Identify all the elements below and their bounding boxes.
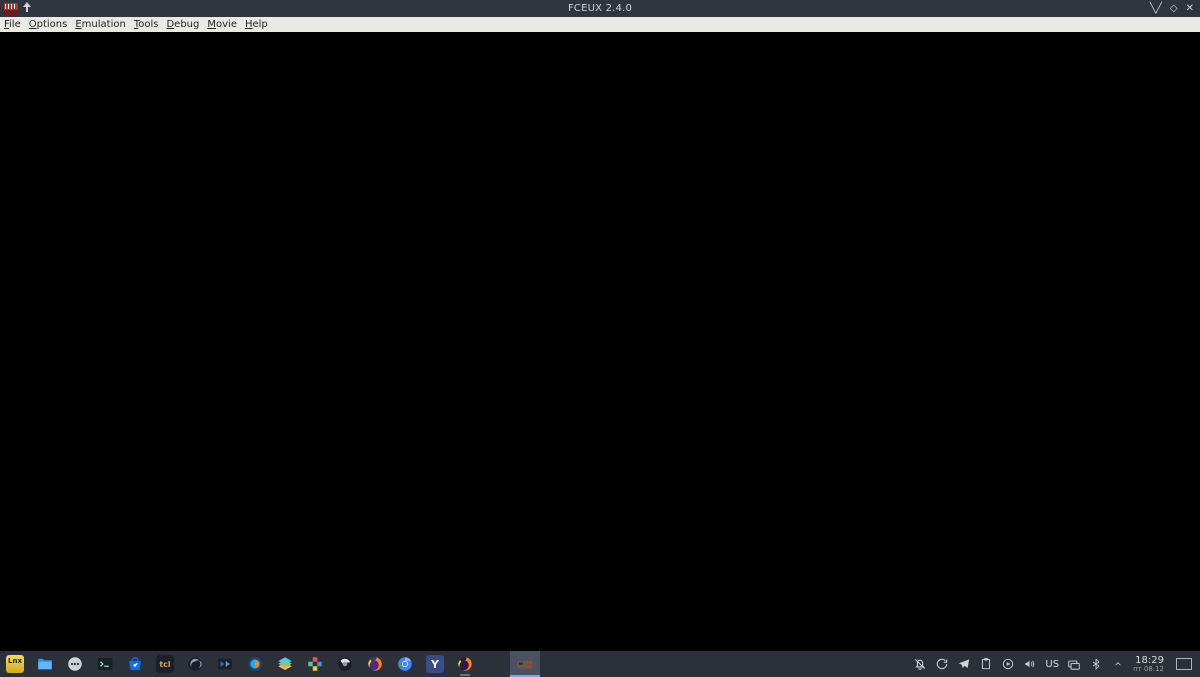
telegram-icon[interactable] [957,657,971,671]
bluetooth-icon[interactable] [1089,657,1103,671]
volume-icon[interactable] [1023,657,1037,671]
store-icon[interactable] [120,651,150,677]
notifications-icon[interactable] [913,657,927,671]
keep-above-icon[interactable] [22,2,32,15]
taskbar-clock[interactable]: 18:29 пт 08.12 [1133,656,1164,673]
emulator-display [0,32,1200,651]
snip-icon[interactable] [300,651,330,677]
media-icon[interactable] [1001,657,1015,671]
maximize-button[interactable]: ◇ [1170,4,1178,14]
keyboard-layout-indicator[interactable]: US [1045,659,1059,670]
show-desktop-button[interactable] [1176,658,1192,670]
menubar: File Options Emulation Tools Debug Movie… [0,17,1200,32]
firefox-icon[interactable] [360,651,390,677]
system-tray: US 18:29 пт 08.12 [913,656,1200,673]
terminal-icon[interactable] [90,651,120,677]
tray-expand-icon[interactable] [1111,657,1125,671]
obs-icon[interactable] [180,651,210,677]
sync-icon[interactable] [935,657,949,671]
fceux-task-icon[interactable] [510,651,540,677]
yandex-icon[interactable]: Y [420,651,450,677]
menu-file[interactable]: File [4,19,21,30]
clock-time: 18:29 [1133,656,1164,666]
window-title: FCEUX 2.4.0 [0,3,1200,14]
menu-tools[interactable]: Tools [134,19,159,30]
chromium-c-icon[interactable] [330,651,360,677]
menu-help[interactable]: Help [245,19,268,30]
apps-overview-icon[interactable] [60,651,90,677]
chromium-icon[interactable] [390,651,420,677]
clock-date: пт 08.12 [1133,666,1164,673]
menu-options[interactable]: Options [29,19,68,30]
close-button[interactable]: ✕ [1186,4,1194,14]
minimize-button[interactable]: ╲╱ [1150,4,1162,14]
clipboard-icon[interactable] [979,657,993,671]
onlyoffice-icon[interactable] [240,651,270,677]
menu-movie[interactable]: Movie [207,19,237,30]
file-manager-icon[interactable] [30,651,60,677]
network-icon[interactable] [1067,657,1081,671]
window-titlebar: FCEUX 2.4.0 ╲╱ ◇ ✕ [0,0,1200,17]
kdenlive-icon[interactable] [210,651,240,677]
firefox-dev-icon[interactable] [450,651,480,677]
menu-emulation[interactable]: Emulation [75,19,125,30]
tcl-icon[interactable]: tcl [150,651,180,677]
menu-debug[interactable]: Debug [166,19,199,30]
taskbar: Lnx tcl Y [0,651,1200,677]
start-menu-icon[interactable]: Lnx [0,651,30,677]
layers-icon[interactable] [270,651,300,677]
app-icon [4,3,18,15]
